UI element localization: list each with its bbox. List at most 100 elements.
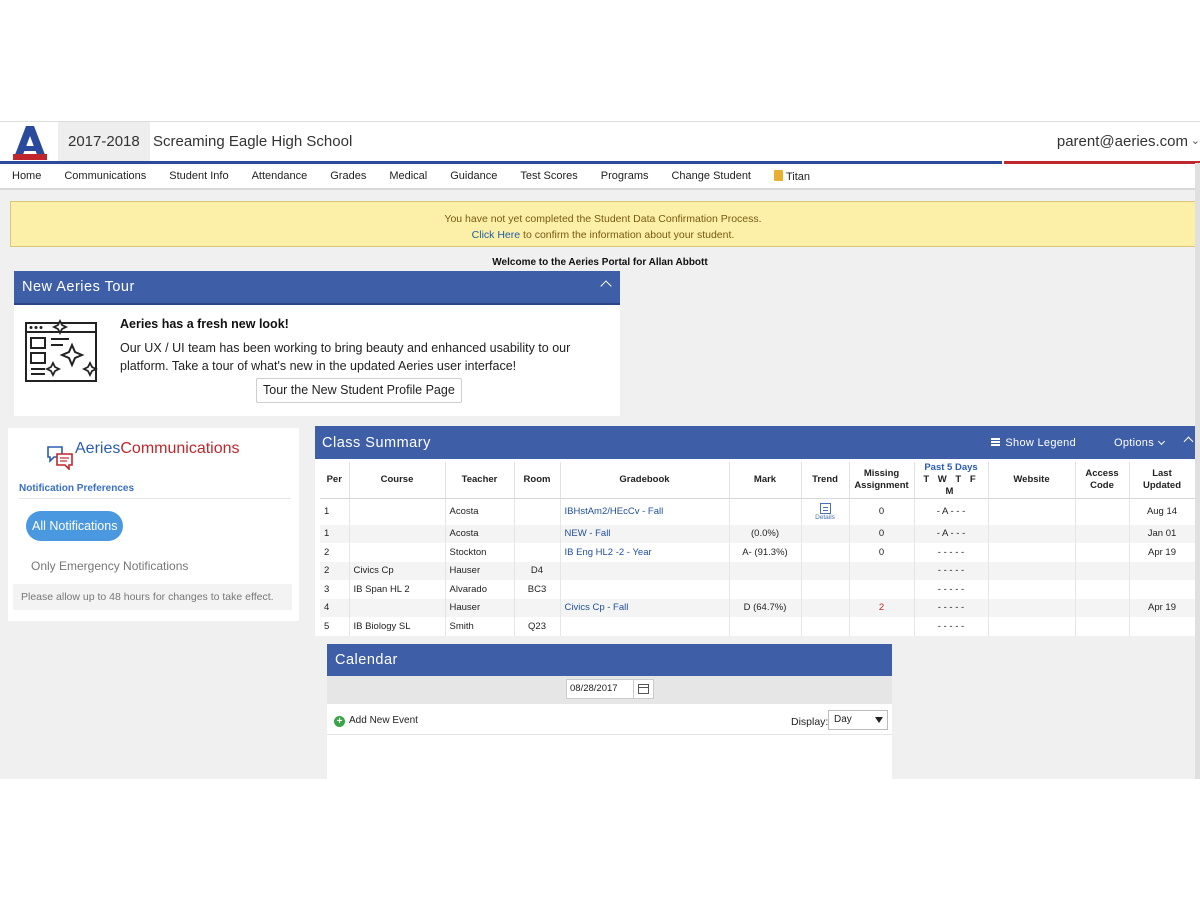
cell-per: 2: [320, 543, 350, 562]
cell-access-code: [1075, 524, 1130, 543]
col-course[interactable]: Course: [349, 462, 446, 499]
cell-teacher: Acosta: [445, 524, 515, 543]
col-teacher[interactable]: Teacher: [445, 462, 515, 499]
calendar-date-input[interactable]: 08/28/2017: [566, 679, 634, 699]
nav-grades[interactable]: Grades: [318, 170, 377, 182]
cell-mark: [729, 561, 802, 580]
details-icon[interactable]: [819, 502, 831, 514]
add-new-event-button[interactable]: + Add New Event: [334, 715, 418, 727]
calendar-title: Calendar: [335, 652, 398, 668]
col-missing[interactable]: Missing Assignment: [849, 462, 915, 499]
col-updated-2: Updated: [1143, 480, 1181, 491]
cell-gradebook-link[interactable]: NEW - Fall: [560, 524, 730, 543]
cell-updated: Aug 14: [1129, 498, 1196, 525]
cell-gradebook-link[interactable]: [560, 617, 730, 636]
calendar-icon: [638, 684, 649, 694]
nav-test-scores[interactable]: Test Scores: [508, 170, 588, 182]
tour-panel-header[interactable]: New Aeries Tour: [14, 271, 620, 305]
nav-programs[interactable]: Programs: [589, 170, 660, 182]
emergency-only-option[interactable]: Only Emergency Notifications: [31, 559, 188, 573]
cell-per: 2: [320, 561, 350, 580]
cell-mark: (0.0%): [729, 524, 802, 543]
cell-access-code: [1075, 498, 1130, 525]
display-select[interactable]: Day: [828, 710, 888, 730]
chevron-down-icon[interactable]: ⌄: [1191, 134, 1200, 147]
cell-updated: [1129, 617, 1196, 636]
cell-days: - - - - -: [914, 543, 989, 562]
col-mark[interactable]: Mark: [729, 462, 802, 499]
col-gradebook[interactable]: Gradebook: [560, 462, 730, 499]
aeries-logo-icon[interactable]: [10, 124, 50, 162]
nav-student-info[interactable]: Student Info: [157, 170, 239, 182]
nav-communications[interactable]: Communications: [52, 170, 157, 182]
table-row: 2 Civics Cp Hauser D4 - - - - -: [320, 561, 1196, 580]
col-trend[interactable]: Trend: [801, 462, 850, 499]
collapse-icon[interactable]: [1183, 436, 1194, 447]
cell-room: [514, 598, 561, 617]
options-label: Options: [1113, 437, 1154, 449]
cell-teacher: Alvarado: [445, 580, 515, 599]
nav-titan[interactable]: Titan: [762, 169, 821, 183]
cell-gradebook-link[interactable]: IB Eng HL2 -2 - Year: [560, 543, 730, 562]
cell-mark: [729, 498, 802, 525]
page-scrollbar[interactable]: [1195, 163, 1200, 779]
cell-course: [349, 498, 446, 525]
cell-access-code: [1075, 598, 1130, 617]
options-menu[interactable]: Options: [1113, 437, 1166, 449]
nav-change-student[interactable]: Change Student: [659, 170, 762, 182]
col-room[interactable]: Room: [514, 462, 561, 499]
show-legend-button[interactable]: Show Legend: [991, 437, 1076, 449]
collapse-icon[interactable]: [600, 280, 612, 292]
cell-gradebook-link[interactable]: Civics Cp - Fall: [560, 598, 730, 617]
user-account-menu[interactable]: parent@aeries.com: [1057, 122, 1188, 162]
show-legend-label: Show Legend: [1005, 437, 1076, 449]
cell-missing: [849, 580, 915, 599]
nav-attendance[interactable]: Attendance: [240, 170, 319, 182]
school-year-selector[interactable]: 2017-2018: [58, 122, 150, 162]
cell-mark: D (64.7%): [729, 598, 802, 617]
cell-missing: 2: [849, 598, 915, 617]
col-access-code[interactable]: Access Code: [1075, 462, 1130, 499]
cell-per: 1: [320, 524, 350, 543]
cell-teacher: Stockton: [445, 543, 515, 562]
date-picker-button[interactable]: [634, 679, 654, 699]
col-per[interactable]: Per: [320, 462, 350, 499]
cell-missing: 0: [849, 543, 915, 562]
cell-per: 3: [320, 580, 350, 599]
list-icon: [991, 438, 1001, 446]
nav-medical[interactable]: Medical: [377, 170, 438, 182]
cell-course: [349, 524, 446, 543]
tour-heading: Aeries has a fresh new look!: [120, 317, 289, 331]
cell-days: - A - - -: [914, 498, 989, 525]
cell-days: - - - - -: [914, 617, 989, 636]
notification-preferences-label: Notification Preferences: [19, 483, 135, 494]
tour-profile-button[interactable]: Tour the New Student Profile Page: [256, 378, 462, 403]
school-name: Screaming Eagle High School: [153, 133, 353, 150]
cell-gradebook-link[interactable]: IBHstAm2/HEcCv - Fall: [560, 498, 730, 525]
cell-website: [988, 580, 1076, 599]
cell-missing: [849, 561, 915, 580]
all-notifications-button[interactable]: All Notifications: [26, 511, 124, 541]
cell-room: BC3: [514, 580, 561, 599]
col-website[interactable]: Website: [988, 462, 1076, 499]
cell-access-code: [1075, 543, 1130, 562]
nav-guidance[interactable]: Guidance: [438, 170, 508, 182]
details-label[interactable]: Details: [806, 514, 845, 521]
cell-per: 5: [320, 617, 350, 636]
cell-gradebook-link[interactable]: [560, 561, 730, 580]
cell-gradebook-link[interactable]: [560, 580, 730, 599]
cell-missing: [849, 617, 915, 636]
cell-days: - - - - -: [914, 580, 989, 599]
cell-room: [514, 543, 561, 562]
cell-days: - - - - -: [914, 598, 989, 617]
nav-home[interactable]: Home: [0, 170, 52, 182]
cell-access-code: [1075, 617, 1130, 636]
cell-per: 4: [320, 598, 350, 617]
col-last-updated[interactable]: Last Updated: [1129, 462, 1196, 499]
class-summary-panel: Class Summary Show Legend Options Per Co…: [315, 426, 1200, 636]
table-row: 5 IB Biology SL Smith Q23 - - - - -: [320, 617, 1196, 636]
cell-website: [988, 543, 1076, 562]
click-here-link[interactable]: Click Here: [472, 229, 520, 241]
col-past-5-days[interactable]: Past 5 Days T W T F M: [914, 462, 989, 499]
cell-trend[interactable]: Details: [801, 498, 850, 525]
